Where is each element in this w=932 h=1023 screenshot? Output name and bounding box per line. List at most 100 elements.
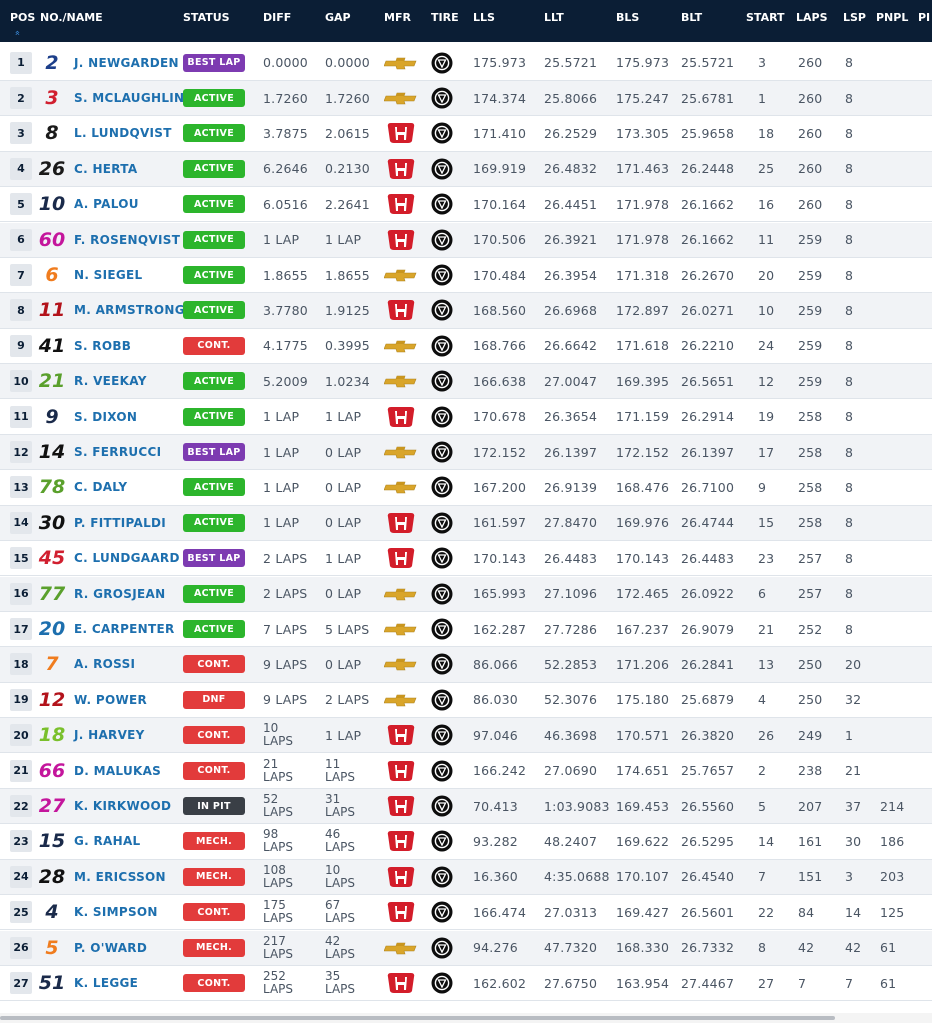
column-header-bls[interactable]: BLS xyxy=(616,0,639,34)
blt-cell: 26.7332 xyxy=(681,940,735,956)
driver-name-link[interactable]: S. FERRUCCI xyxy=(74,435,161,469)
column-header-status[interactable]: STATUS xyxy=(183,0,230,34)
table-row[interactable]: 9 41 S. ROBB CONT. 4.1775 0.3995 168.766 26.664… xyxy=(0,329,932,365)
table-row[interactable]: 17 20 E. CARPENTER ACTIVE 7 LAPS 5 LAPS 162.28… xyxy=(0,612,932,648)
driver-name-link[interactable]: P. O'WARD xyxy=(74,931,147,965)
table-row[interactable]: 6 60 F. ROSENQVIST ACTIVE 1 LAP 1 LAP 170.506 2… xyxy=(0,222,932,258)
chevron-double-up-icon[interactable]: » xyxy=(13,30,23,36)
bls-cell: 171.978 xyxy=(616,232,670,248)
driver-name-link[interactable]: K. SIMPSON xyxy=(74,895,158,929)
driver-name-link[interactable]: F. ROSENQVIST xyxy=(74,223,180,257)
table-row[interactable]: 15 45 C. LUNDGAARD BEST LAP 2 LAPS 1 LAP 170.1… xyxy=(0,541,932,577)
driver-name-link[interactable]: M. ARMSTRONG xyxy=(74,293,185,327)
driver-name-link[interactable]: A. PALOU xyxy=(74,187,139,221)
column-header-gap[interactable]: GAP xyxy=(325,0,351,34)
table-row[interactable]: 26 5 P. O'WARD MECH. 217 LAPS 42 LAPS 94.276 47… xyxy=(0,930,932,966)
lls-cell: 174.374 xyxy=(473,90,527,106)
status-cell: CONT. xyxy=(183,718,245,752)
column-header-laps[interactable]: LAPS xyxy=(796,0,828,34)
diff-cell: 1.7260 xyxy=(263,81,308,115)
driver-name-link[interactable]: C. LUNDGAARD xyxy=(74,541,180,575)
driver-name-link[interactable]: C. HERTA xyxy=(74,152,137,186)
table-row[interactable]: 3 8 L. LUNDQVIST ACTIVE 3.7875 2.0615 171.410 2… xyxy=(0,116,932,152)
table-row[interactable]: 1 2 J. NEWGARDEN BEST LAP 0.0000 0.0000 175.97… xyxy=(0,46,932,81)
driver-name-link[interactable]: N. SIEGEL xyxy=(74,258,142,292)
table-row[interactable]: 24 28 M. ERICSSON MECH. 108 LAPS 10 LAPS 16.36… xyxy=(0,859,932,896)
driver-name-link[interactable]: W. POWER xyxy=(74,683,147,717)
table-row[interactable]: 25 4 K. SIMPSON CONT. 175 LAPS 67 LAPS 166.474… xyxy=(0,895,932,931)
position-number: 21 xyxy=(10,759,32,782)
column-header-mfr[interactable]: MFR xyxy=(384,0,411,34)
lsp-cell: 7 xyxy=(845,975,854,991)
column-header-name[interactable]: NO./NAME xyxy=(40,0,103,34)
driver-name-link[interactable]: A. ROSSI xyxy=(74,647,135,681)
driver-name-link[interactable]: J. HARVEY xyxy=(74,718,145,752)
table-row[interactable]: 22 27 K. KIRKWOOD IN PIT 52 LAPS 31 LAPS 70.41… xyxy=(0,788,932,825)
driver-name-link[interactable]: S. MCLAUGHLIN xyxy=(74,81,184,115)
column-header-pi[interactable]: PI xyxy=(918,0,930,34)
column-header-diff[interactable]: DIFF xyxy=(263,0,291,34)
column-header-blt[interactable]: BLT xyxy=(681,0,702,34)
column-header-pnpl[interactable]: PNPL xyxy=(876,0,908,34)
driver-name-link[interactable]: K. LEGGE xyxy=(74,966,138,1000)
position-number: 14 xyxy=(10,511,32,534)
laps-cell: 258 xyxy=(798,479,823,495)
gap-value: 1 LAP xyxy=(325,550,362,566)
driver-name-link[interactable]: M. ERICSSON xyxy=(74,860,166,894)
table-row[interactable]: 10 21 R. VEEKAY ACTIVE 5.2009 1.0234 166.638 27… xyxy=(0,364,932,400)
gap-cell: 0.3995 xyxy=(325,329,370,363)
driver-name-link[interactable]: K. KIRKWOOD xyxy=(74,789,171,823)
table-row[interactable]: 11 9 S. DIXON ACTIVE 1 LAP 1 LAP 170.678 26.365… xyxy=(0,400,932,435)
gap-value: 2.2641 xyxy=(325,196,370,212)
gap-value: 0.3995 xyxy=(325,338,370,354)
driver-name-link[interactable]: G. RAHAL xyxy=(74,824,141,858)
honda-logo-icon xyxy=(384,506,418,540)
driver-name-link[interactable]: P. FITTIPALDI xyxy=(74,506,166,540)
scrollbar-thumb[interactable] xyxy=(0,1016,835,1020)
table-row[interactable]: 4 26 C. HERTA ACTIVE 6.2646 0.2130 169.919 26.4… xyxy=(0,151,932,188)
driver-name-link[interactable]: R. GROSJEAN xyxy=(74,577,165,611)
column-header-pos[interactable]: POS xyxy=(10,0,35,34)
lsp-cell: 8 xyxy=(845,232,854,248)
horizontal-scrollbar[interactable] xyxy=(0,1013,932,1023)
position-number: 20 xyxy=(10,724,32,747)
driver-name-link[interactable]: S. DIXON xyxy=(74,400,137,434)
table-row[interactable]: 5 10 A. PALOU ACTIVE 6.0516 2.2641 170.164 26.4… xyxy=(0,187,932,223)
table-row[interactable]: 16 77 R. GROSJEAN ACTIVE 2 LAPS 0 LAP 165.993 2… xyxy=(0,576,932,612)
driver-name-link[interactable]: J. NEWGARDEN xyxy=(74,46,179,80)
driver-name-link[interactable]: S. ROBB xyxy=(74,329,131,363)
status-cell: CONT. xyxy=(183,754,245,788)
table-row[interactable]: 12 14 S. FERRUCCI BEST LAP 1 LAP 0 LAP 172.152… xyxy=(0,434,932,471)
table-row[interactable]: 19 12 W. POWER DNF 9 LAPS 2 LAPS 86.030 52.3076… xyxy=(0,683,932,719)
table-row[interactable]: 7 6 N. SIEGEL ACTIVE 1.8655 1.8655 170.484 26.3… xyxy=(0,258,932,294)
blt-cell: 26.7100 xyxy=(681,479,735,495)
table-row[interactable]: 2 3 S. MCLAUGHLIN ACTIVE 1.7260 1.7260 174.374… xyxy=(0,80,932,117)
column-header-tire[interactable]: TIRE xyxy=(431,0,459,34)
column-header-llt[interactable]: LLT xyxy=(544,0,564,34)
driver-name-link[interactable]: E. CARPENTER xyxy=(74,612,175,646)
diff-value: 4.1775 xyxy=(263,338,308,354)
table-row[interactable]: 27 51 K. LEGGE CONT. 252 LAPS 35 LAPS 162.602 2… xyxy=(0,966,932,1002)
table-row[interactable]: 20 18 J. HARVEY CONT. 10 LAPS 1 LAP 97.046 46.3… xyxy=(0,718,932,754)
lsp-cell: 21 xyxy=(845,763,862,779)
table-row[interactable]: 8 11 M. ARMSTRONG ACTIVE 3.7780 1.9125 168.560… xyxy=(0,293,932,329)
column-header-lls[interactable]: LLS xyxy=(473,0,495,34)
gap-value: 5 LAPS xyxy=(325,621,370,637)
llt-cell: 27.7286 xyxy=(544,621,598,637)
table-row[interactable]: 18 7 A. ROSSI CONT. 9 LAPS 0 LAP 86.066 52.2853… xyxy=(0,647,932,683)
status-cell: CONT. xyxy=(183,895,245,929)
gap-value: 2 LAPS xyxy=(325,692,370,708)
driver-name-link[interactable]: L. LUNDQVIST xyxy=(74,116,172,150)
table-row[interactable]: 23 15 G. RAHAL MECH. 98 LAPS 46 LAPS 93.282 48.… xyxy=(0,824,932,860)
status-badge: ACTIVE xyxy=(183,195,245,214)
driver-name-link[interactable]: D. MALUKAS xyxy=(74,754,161,788)
column-header-start[interactable]: START xyxy=(746,0,785,34)
column-header-lsp[interactable]: LSP xyxy=(843,0,866,34)
table-row[interactable]: 13 78 C. DALY ACTIVE 1 LAP 0 LAP 167.200 26.913… xyxy=(0,470,932,506)
driver-name-link[interactable]: R. VEEKAY xyxy=(74,364,147,398)
position-cell: 20 xyxy=(10,718,32,752)
table-row[interactable]: 21 66 D. MALUKAS CONT. 21 LAPS 11 LAPS 166.242… xyxy=(0,754,932,789)
driver-name-link[interactable]: C. DALY xyxy=(74,470,127,504)
table-row[interactable]: 14 30 P. FITTIPALDI ACTIVE 1 LAP 0 LAP 161.597… xyxy=(0,505,932,542)
gap-value: 42 LAPS xyxy=(325,933,356,961)
